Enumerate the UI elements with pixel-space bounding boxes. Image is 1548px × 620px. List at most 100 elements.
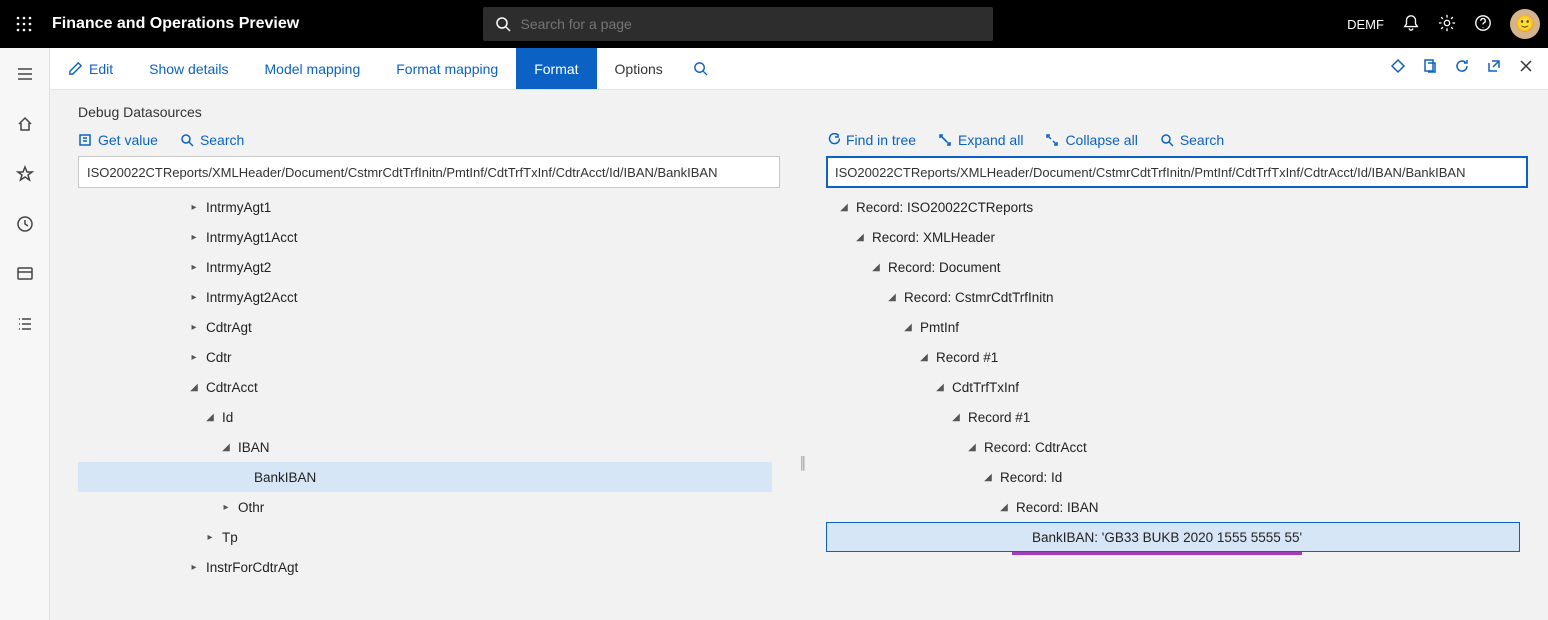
caret-down-icon[interactable]: ◢	[932, 382, 948, 393]
caret-right-icon[interactable]: ▸	[186, 322, 202, 333]
tree-node[interactable]: BankIBAN: 'GB33 BUKB 2020 1555 5555 55'	[826, 522, 1520, 552]
caret-right-icon[interactable]: ▸	[186, 232, 202, 243]
bell-icon[interactable]	[1402, 14, 1420, 35]
caret-right-icon[interactable]: ▸	[186, 292, 202, 303]
caret-right-icon[interactable]: ▸	[186, 202, 202, 213]
legal-entity[interactable]: DEMF	[1347, 17, 1384, 32]
caret-down-icon[interactable]: ◢	[900, 322, 916, 333]
caret-right-icon[interactable]: ▸	[186, 352, 202, 363]
modules-icon[interactable]	[7, 306, 43, 342]
right-search-button[interactable]: Search	[1160, 132, 1224, 148]
tree-node-label: Othr	[234, 500, 264, 515]
tree-node[interactable]: ◢Record: Document	[826, 252, 1520, 282]
tree-node[interactable]: ◢Record #1	[826, 402, 1520, 432]
right-tree[interactable]: ◢Record: ISO20022CTReports◢Record: XMLHe…	[826, 192, 1528, 614]
refresh-icon[interactable]	[1454, 58, 1470, 79]
tree-node[interactable]: ◢Record: XMLHeader	[826, 222, 1520, 252]
caret-down-icon[interactable]: ◢	[964, 442, 980, 453]
tree-node-label: InstrForCdtrAgt	[202, 560, 298, 575]
caret-down-icon[interactable]: ◢	[868, 262, 884, 273]
caret-right-icon[interactable]: ▸	[186, 562, 202, 573]
tree-node[interactable]: ◢Record: CdtrAcct	[826, 432, 1520, 462]
tree-node[interactable]: ▸IntrmyAgt2	[78, 252, 772, 282]
caret-down-icon[interactable]: ◢	[852, 232, 868, 243]
left-search-button[interactable]: Search	[180, 132, 244, 148]
page-search-icon[interactable]	[681, 48, 720, 89]
user-avatar[interactable]: 🙂	[1510, 9, 1540, 39]
left-tree[interactable]: ▸UltmtDbtr▸IntrmyAgt1▸IntrmyAgt1Acct▸Int…	[78, 192, 780, 614]
tree-node[interactable]: BankIBAN	[78, 462, 772, 492]
tree-node[interactable]: ▸Othr	[78, 492, 772, 522]
options-menu[interactable]: Options	[597, 48, 681, 89]
left-path-input[interactable]	[78, 156, 780, 188]
caret-down-icon[interactable]: ◢	[186, 382, 202, 393]
find-in-tree-button[interactable]: Find in tree	[826, 132, 916, 148]
tree-node[interactable]: ◢Id	[78, 402, 772, 432]
tree-node-label: IntrmyAgt1	[202, 200, 271, 215]
caret-right-icon[interactable]: ▸	[218, 502, 234, 513]
tree-node[interactable]: ◢PmtInf	[826, 312, 1520, 342]
star-icon[interactable]	[7, 156, 43, 192]
tree-node[interactable]: ◢Record #1	[826, 342, 1520, 372]
tree-node-label: CdtrAgt	[202, 320, 252, 335]
workspace-icon[interactable]	[7, 256, 43, 292]
caret-down-icon[interactable]: ◢	[948, 412, 964, 423]
tree-node[interactable]: ◢CdtrAcct	[78, 372, 772, 402]
tree-node[interactable]: ◢Record: CstmrCdtTrfInitn	[826, 282, 1520, 312]
tree-node[interactable]: ▸InstrForCdtrAgt	[78, 552, 772, 582]
home-icon[interactable]	[7, 106, 43, 142]
hamburger-icon[interactable]	[7, 56, 43, 92]
tree-node-label: CdtTrfTxInf	[948, 380, 1019, 395]
close-icon[interactable]	[1518, 57, 1534, 80]
edit-button[interactable]: Edit	[50, 48, 131, 89]
caret-down-icon[interactable]: ◢	[980, 472, 996, 483]
nav-rail	[0, 48, 50, 620]
recent-icon[interactable]	[7, 206, 43, 242]
global-search-input[interactable]	[521, 16, 981, 32]
caret-down-icon[interactable]: ◢	[836, 202, 852, 213]
show-details-button[interactable]: Show details	[131, 48, 246, 89]
popout-icon[interactable]	[1486, 58, 1502, 79]
get-value-button[interactable]: Get value	[78, 132, 158, 148]
expand-all-button[interactable]: Expand all	[938, 132, 1023, 148]
caret-down-icon[interactable]: ◢	[202, 412, 218, 423]
caret-down-icon[interactable]: ◢	[218, 442, 234, 453]
open-new-icon[interactable]	[1422, 58, 1438, 79]
tree-node[interactable]: ◢Record: IBAN	[826, 492, 1520, 522]
tree-node[interactable]: ◢Record: Id	[826, 462, 1520, 492]
tree-node-label: Record: CdtrAcct	[980, 440, 1087, 455]
caret-down-icon[interactable]: ◢	[996, 502, 1012, 513]
caret-down-icon[interactable]: ◢	[884, 292, 900, 303]
format-mapping-button[interactable]: Format mapping	[378, 48, 516, 89]
left-pane: Get value Search ▸UltmtDbtr▸IntrmyAgt1▸I…	[78, 132, 780, 614]
app-launcher-icon[interactable]	[8, 8, 40, 40]
tree-node-label: Record #1	[964, 410, 1030, 425]
tree-node[interactable]: ▸IntrmyAgt1Acct	[78, 222, 772, 252]
caret-right-icon[interactable]: ▸	[186, 262, 202, 273]
right-pane: Find in tree Expand all Collapse all Sea…	[826, 132, 1528, 614]
collapse-all-button[interactable]: Collapse all	[1045, 132, 1137, 148]
command-bar: Edit Show details Model mapping Format m…	[50, 48, 1548, 90]
tree-node[interactable]: ▸IntrmyAgt1	[78, 192, 772, 222]
tree-node-label: Tp	[218, 530, 238, 545]
caret-down-icon[interactable]: ◢	[916, 352, 932, 363]
model-mapping-button[interactable]: Model mapping	[247, 48, 379, 89]
tree-node[interactable]: ◢CdtTrfTxInf	[826, 372, 1520, 402]
search-icon	[495, 16, 511, 32]
tree-node[interactable]: ◢Record: ISO20022CTReports	[826, 192, 1520, 222]
splitter-handle[interactable]: ║	[800, 312, 806, 614]
tree-node-label: Id	[218, 410, 233, 425]
tree-node[interactable]: ▸CdtrAgt	[78, 312, 772, 342]
global-search[interactable]	[483, 7, 993, 41]
help-icon[interactable]	[1474, 14, 1492, 35]
attach-icon[interactable]	[1390, 58, 1406, 79]
tree-node[interactable]: ▸Tp	[78, 522, 772, 552]
tree-node[interactable]: ◢IBAN	[78, 432, 772, 462]
gear-icon[interactable]	[1438, 14, 1456, 35]
tree-node-label: Cdtr	[202, 350, 232, 365]
format-tab[interactable]: Format	[516, 48, 596, 89]
tree-node[interactable]: ▸IntrmyAgt2Acct	[78, 282, 772, 312]
caret-right-icon[interactable]: ▸	[202, 532, 218, 543]
right-path-input[interactable]	[826, 156, 1528, 188]
tree-node[interactable]: ▸Cdtr	[78, 342, 772, 372]
